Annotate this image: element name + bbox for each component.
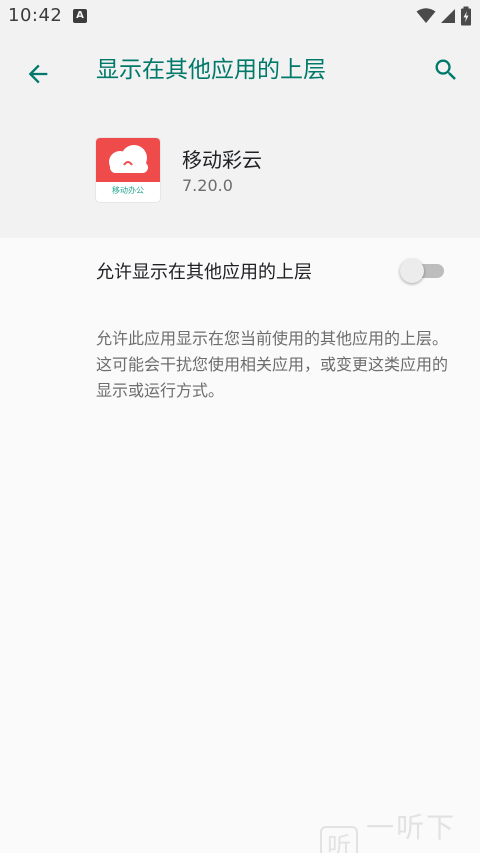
notification-a-icon: A [73, 9, 87, 23]
battery-icon [461, 6, 471, 26]
app-icon: 移动办公 [96, 138, 160, 202]
overlay-permission-row[interactable]: 允许显示在其他应用的上层 [0, 238, 480, 304]
watermark-logo-icon: 听 [320, 826, 359, 853]
cloud-icon [109, 145, 148, 173]
wifi-icon [416, 8, 436, 23]
app-icon-background [96, 138, 160, 182]
settings-content: 允许显示在其他应用的上层 允许此应用显示在您当前使用的其他应用的上层。这可能会干… [0, 238, 480, 853]
app-name: 移动彩云 [182, 148, 262, 172]
header: 显示在其他应用的上层 移动办公 移动彩云 7.20.0 [0, 32, 480, 238]
watermark: 听 一听下载 [320, 806, 480, 853]
search-icon [435, 59, 456, 80]
status-time: 10:42 [8, 5, 63, 26]
app-version: 7.20.0 [182, 176, 233, 195]
status-bar: 10:42 A [0, 0, 480, 32]
back-button[interactable] [18, 54, 58, 94]
arrow-back-icon [28, 64, 48, 84]
signal-icon [441, 9, 455, 23]
permission-description: 允许此应用显示在您当前使用的其他应用的上层。这可能会干扰您使用相关应用，或变更这… [96, 329, 449, 400]
search-button[interactable] [426, 50, 466, 90]
page-title: 显示在其他应用的上层 [96, 57, 326, 83]
overlay-permission-switch[interactable] [400, 259, 444, 283]
app-icon-caption: 移动办公 [112, 186, 144, 195]
status-icons [416, 6, 472, 26]
watermark-text: 一听下载 [366, 811, 457, 853]
overlay-permission-label: 允许显示在其他应用的上层 [96, 262, 312, 283]
switch-thumb [400, 259, 424, 283]
